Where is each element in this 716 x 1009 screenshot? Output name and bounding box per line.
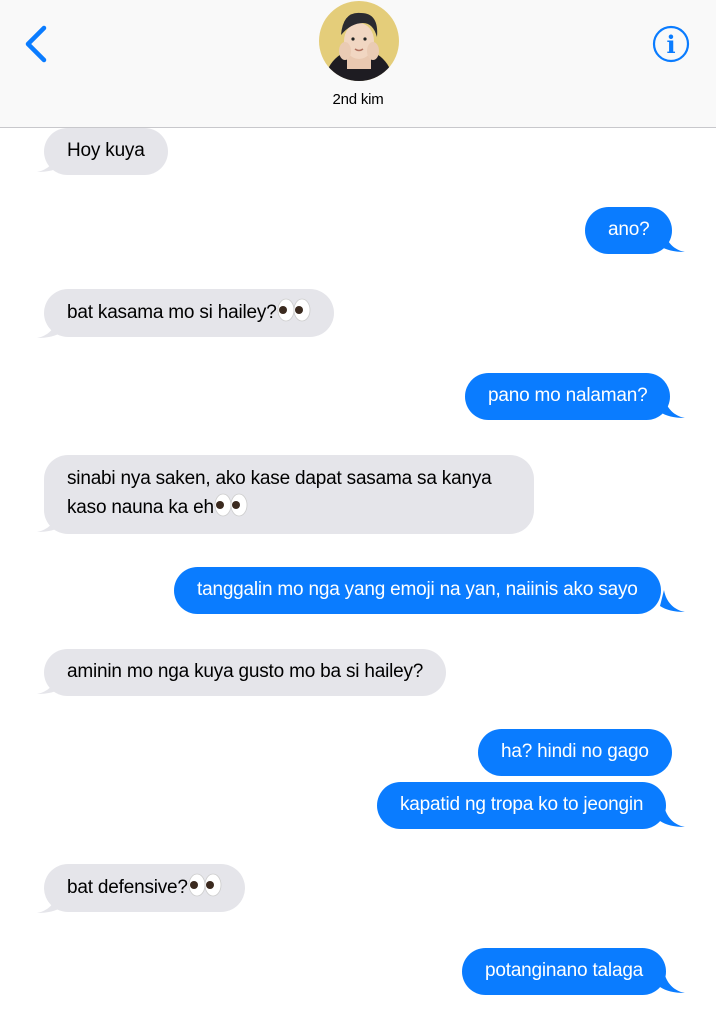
message-bubble-outgoing[interactable]: kapatid ng tropa ko to jeongin [377, 782, 667, 829]
message-text: bat defensive? [67, 877, 188, 898]
message-bubble-outgoing[interactable]: potanginano talaga [462, 948, 667, 995]
avatar[interactable] [319, 1, 399, 81]
bubble-tail [37, 150, 62, 172]
message-text: bat kasama mo si hailey? [67, 302, 277, 323]
bubble-tail [37, 891, 62, 913]
info-button[interactable]: i [652, 25, 690, 63]
message-text: tanggalin mo nga yang emoji na yan, naii… [197, 579, 638, 600]
svg-text:i: i [666, 30, 675, 59]
message-bubble-incoming[interactable]: bat kasama mo si hailey? [44, 289, 334, 337]
contact-name[interactable]: 2nd kim [258, 91, 458, 108]
message-text: Hoy kuya [67, 140, 145, 161]
message-text: potanginano talaga [485, 960, 644, 981]
message-bubble-outgoing[interactable]: pano mo nalaman? [465, 373, 671, 420]
eyes-emoji-icon [214, 493, 248, 517]
message-bubble-outgoing[interactable]: tanggalin mo nga yang emoji na yan, naii… [174, 567, 661, 614]
message-bubble-outgoing[interactable]: ha? hindi no gago [478, 729, 672, 776]
bubble-tail [660, 590, 685, 612]
bubble-tail [660, 805, 685, 827]
message-text: pano mo nalaman? [488, 385, 648, 406]
bubble-tail [37, 316, 62, 338]
chevron-left-icon [25, 25, 47, 63]
bubble-tail [660, 971, 685, 993]
back-button[interactable] [22, 24, 52, 64]
chat-header: 2nd kim i [0, 0, 716, 128]
message-bubble-incoming[interactable]: bat defensive? [44, 864, 245, 912]
message-text: ano? [608, 219, 650, 240]
message-text: ha? hindi no gago [501, 741, 649, 762]
bubble-tail [660, 230, 685, 252]
bubble-tail [660, 396, 685, 418]
message-bubble-incoming[interactable]: Hoy kuya [44, 128, 168, 175]
message-text: aminin mo nga kuya gusto mo ba si hailey… [67, 661, 424, 682]
info-circle-icon: i [652, 25, 690, 63]
message-text-line-2: kaso nauna ka eh [67, 493, 511, 522]
message-bubble-incoming[interactable]: sinabi nya saken, ako kase dapat sasama … [44, 455, 534, 534]
bubble-tail [37, 672, 62, 694]
message-text: kapatid ng tropa ko to jeongin [400, 794, 644, 815]
bubble-tail [37, 510, 62, 532]
message-text: sinabi nya saken, ako kase dapat sasama … [67, 468, 492, 489]
eyes-emoji-icon [188, 873, 222, 897]
message-bubble-incoming[interactable]: aminin mo nga kuya gusto mo ba si hailey… [44, 649, 447, 696]
eyes-emoji-icon [277, 298, 310, 322]
